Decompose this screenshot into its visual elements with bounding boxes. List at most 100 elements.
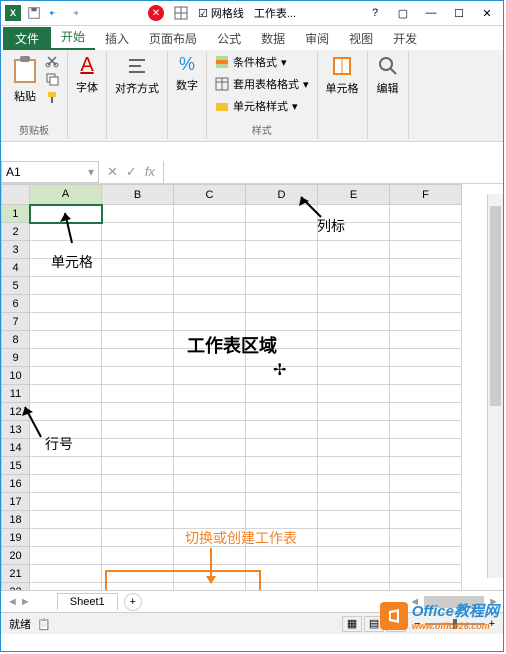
cell[interactable] <box>30 565 102 583</box>
format-painter-icon[interactable] <box>45 90 59 104</box>
cell[interactable] <box>390 475 462 493</box>
cell[interactable] <box>390 457 462 475</box>
cell[interactable] <box>174 457 246 475</box>
nav-prev-icon[interactable]: ◄ <box>7 596 18 608</box>
cell[interactable] <box>246 331 318 349</box>
number-button[interactable]: % 数字 <box>176 54 198 93</box>
cell[interactable] <box>318 205 390 223</box>
cell[interactable] <box>390 313 462 331</box>
tab-data[interactable]: 数据 <box>251 27 295 50</box>
font-button[interactable]: A 字体 <box>76 54 98 95</box>
row-header[interactable]: 2 <box>2 223 30 241</box>
cell[interactable] <box>246 313 318 331</box>
cell-a1[interactable] <box>30 205 102 223</box>
row-header[interactable]: 4 <box>2 259 30 277</box>
cell[interactable] <box>390 439 462 457</box>
row-header[interactable]: 15 <box>2 457 30 475</box>
cell[interactable] <box>174 295 246 313</box>
row-header[interactable]: 8 <box>2 331 30 349</box>
editing-button[interactable]: 编辑 <box>376 54 400 96</box>
row-header[interactable]: 18 <box>2 511 30 529</box>
cell[interactable] <box>102 475 174 493</box>
col-header-a[interactable]: A <box>30 185 102 205</box>
cell[interactable] <box>318 349 390 367</box>
cell[interactable] <box>30 493 102 511</box>
cell[interactable] <box>318 565 390 583</box>
cell[interactable] <box>102 439 174 457</box>
cell[interactable] <box>102 457 174 475</box>
cell[interactable] <box>318 457 390 475</box>
row-header[interactable]: 14 <box>2 439 30 457</box>
cell[interactable] <box>246 439 318 457</box>
cell[interactable] <box>246 457 318 475</box>
cell[interactable] <box>390 511 462 529</box>
cell[interactable] <box>318 439 390 457</box>
cell[interactable] <box>318 277 390 295</box>
formula-bar[interactable] <box>163 161 503 183</box>
cell[interactable] <box>102 313 174 331</box>
cell[interactable] <box>102 511 174 529</box>
cell[interactable] <box>246 259 318 277</box>
cell[interactable] <box>318 385 390 403</box>
cell[interactable] <box>318 367 390 385</box>
cell[interactable] <box>318 529 390 547</box>
add-sheet-button[interactable]: + <box>124 593 142 611</box>
cell[interactable] <box>174 547 246 565</box>
name-box[interactable]: A1▾ <box>1 161 99 183</box>
cell[interactable] <box>246 583 318 591</box>
row-header[interactable]: 19 <box>2 529 30 547</box>
cell[interactable] <box>246 385 318 403</box>
cell[interactable] <box>102 295 174 313</box>
cell[interactable] <box>102 493 174 511</box>
cell[interactable] <box>30 511 102 529</box>
cell[interactable] <box>318 313 390 331</box>
cell[interactable] <box>390 349 462 367</box>
row-header[interactable]: 10 <box>2 367 30 385</box>
cell[interactable] <box>174 475 246 493</box>
cell[interactable] <box>30 439 102 457</box>
cell[interactable] <box>102 205 174 223</box>
accept-formula-icon[interactable]: ✓ <box>126 164 137 180</box>
cell[interactable] <box>174 313 246 331</box>
cell[interactable] <box>246 529 318 547</box>
cell[interactable] <box>390 403 462 421</box>
cell[interactable] <box>390 385 462 403</box>
cell[interactable] <box>30 421 102 439</box>
cell[interactable] <box>246 547 318 565</box>
cell[interactable] <box>102 547 174 565</box>
cells-button[interactable]: 单元格 <box>326 54 359 96</box>
row-header[interactable]: 11 <box>2 385 30 403</box>
tab-review[interactable]: 审阅 <box>295 27 339 50</box>
cell[interactable] <box>174 439 246 457</box>
cell[interactable] <box>390 493 462 511</box>
cell[interactable] <box>30 331 102 349</box>
tab-formula[interactable]: 公式 <box>207 27 251 50</box>
select-all-corner[interactable] <box>2 185 30 205</box>
cell[interactable] <box>318 223 390 241</box>
save-icon[interactable] <box>27 6 41 20</box>
cell[interactable] <box>30 457 102 475</box>
cell[interactable] <box>390 223 462 241</box>
cell[interactable] <box>102 331 174 349</box>
cell[interactable] <box>390 331 462 349</box>
cell[interactable] <box>390 295 462 313</box>
minimize-icon[interactable]: — <box>419 4 443 22</box>
cell[interactable] <box>246 295 318 313</box>
tab-home[interactable]: 开始 <box>51 25 95 50</box>
cell[interactable] <box>246 565 318 583</box>
cell[interactable] <box>174 349 246 367</box>
redo-icon[interactable] <box>67 6 81 20</box>
cell[interactable] <box>30 223 102 241</box>
cell[interactable] <box>30 367 102 385</box>
cell[interactable] <box>174 403 246 421</box>
row-header[interactable]: 6 <box>2 295 30 313</box>
col-header-c[interactable]: C <box>174 185 246 205</box>
tab-insert[interactable]: 插入 <box>95 27 139 50</box>
cell[interactable] <box>246 349 318 367</box>
row-header[interactable]: 21 <box>2 565 30 583</box>
cell[interactable] <box>246 367 318 385</box>
cell[interactable] <box>246 205 318 223</box>
cell[interactable] <box>174 331 246 349</box>
cell[interactable] <box>318 493 390 511</box>
cell[interactable] <box>102 241 174 259</box>
